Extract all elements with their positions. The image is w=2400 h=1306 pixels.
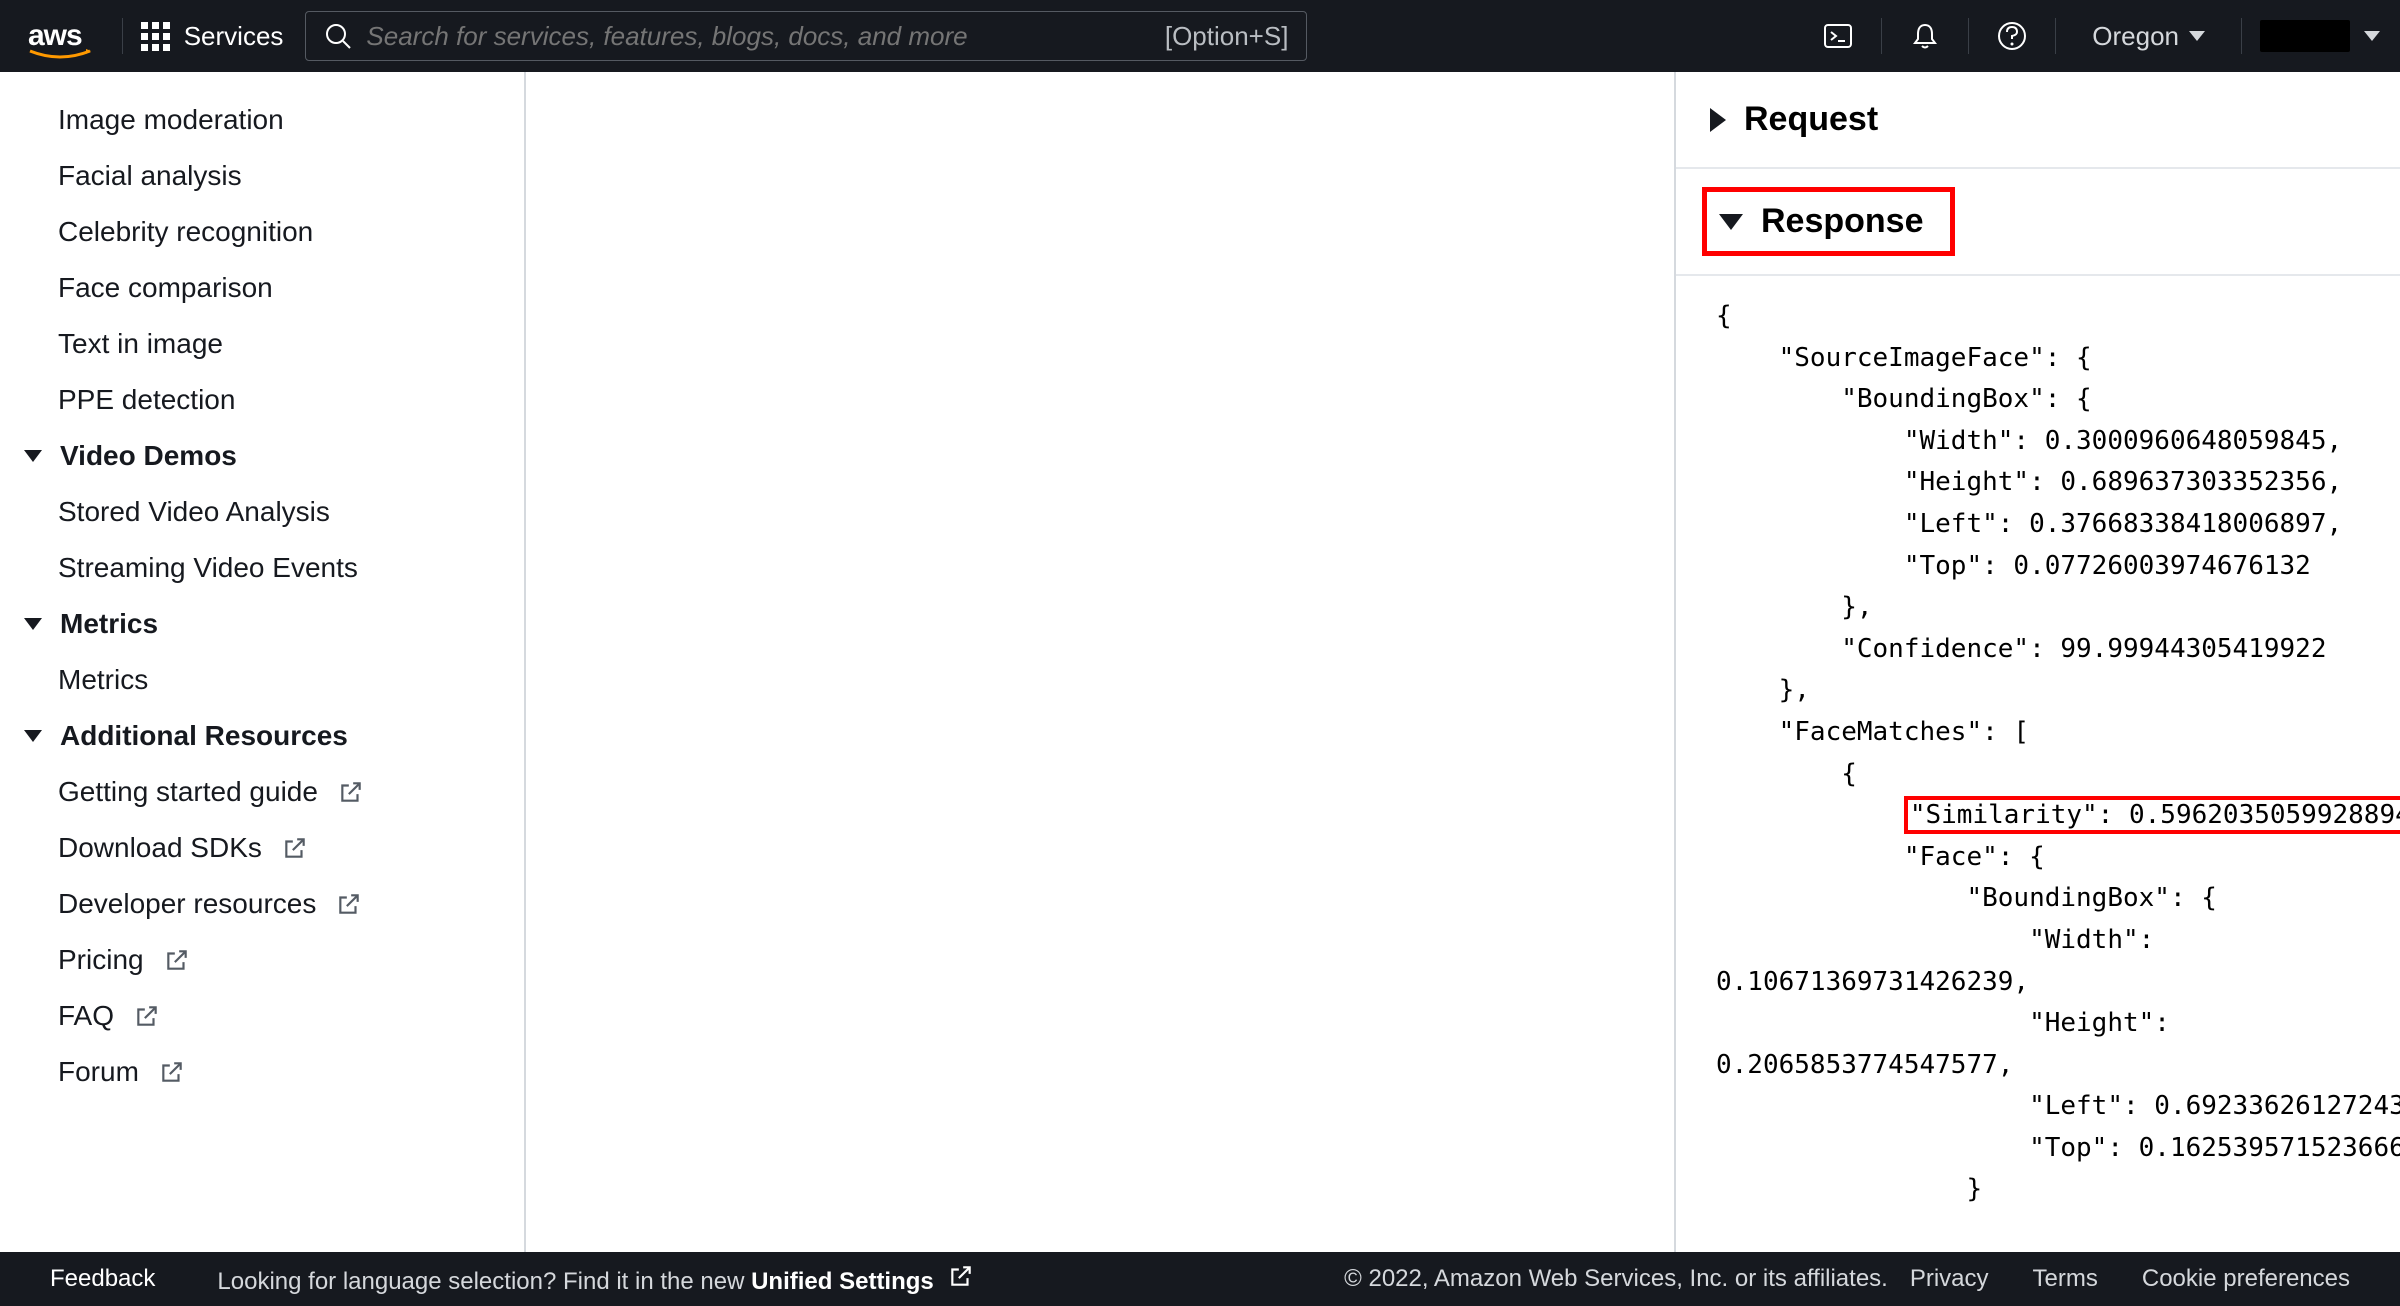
search-icon [324, 22, 352, 50]
aws-logo-text: aws [28, 19, 82, 52]
search-input[interactable] [366, 21, 1146, 52]
chevron-down-icon [1719, 214, 1743, 230]
notifications-icon[interactable] [1908, 19, 1942, 53]
sidebar-header-additional-resources[interactable]: Additional Resources [24, 708, 494, 764]
similarity-highlight: "Similarity": 0.5962035059928894, [1904, 796, 2400, 834]
sidebar-item-label: Download SDKs [58, 832, 262, 864]
top-nav: aws Services [Option+S] Oregon [0, 0, 2400, 72]
sidebar-item[interactable]: Developer resources [24, 876, 494, 932]
nav-divider [1881, 18, 1882, 54]
sidebar-item[interactable]: PPE detection [24, 372, 494, 428]
chevron-down-icon [24, 618, 42, 630]
nav-divider [2055, 18, 2056, 54]
request-heading: Request [1744, 100, 1878, 139]
sidebar-header-label: Video Demos [60, 440, 237, 472]
search-box[interactable]: [Option+S] [305, 11, 1307, 61]
region-selector[interactable]: Oregon [2092, 21, 2205, 52]
sidebar-header-label: Additional Resources [60, 720, 348, 752]
sidebar-item-label: Stored Video Analysis [58, 496, 330, 528]
response-section-toggle[interactable]: Response [1711, 196, 1932, 247]
sidebar-item[interactable]: Metrics [24, 652, 494, 708]
chevron-down-icon [2189, 31, 2205, 41]
sidebar-item-label: Text in image [58, 328, 223, 360]
sidebar-item[interactable]: FAQ [24, 988, 494, 1044]
sidebar-item[interactable]: Stored Video Analysis [24, 484, 494, 540]
external-link-icon [282, 835, 308, 861]
cloudshell-icon[interactable] [1821, 19, 1855, 53]
sidebar-item[interactable]: Facial analysis [24, 148, 494, 204]
sidebar-item[interactable]: Download SDKs [24, 820, 494, 876]
services-label: Services [184, 21, 284, 52]
aws-smile-icon [28, 49, 92, 59]
sidebar: Image moderation Facial analysis Celebrity… [0, 72, 526, 1252]
chevron-down-icon [24, 730, 42, 742]
unified-settings-link[interactable]: Unified Settings [751, 1268, 934, 1295]
footer-link[interactable]: Privacy [1910, 1265, 1989, 1292]
chevron-down-icon [24, 450, 42, 462]
sidebar-item-label: PPE detection [58, 384, 235, 416]
response-heading: Response [1761, 202, 1924, 241]
sidebar-header-metrics[interactable]: Metrics [24, 596, 494, 652]
sidebar-item-label: Face comparison [58, 272, 273, 304]
sidebar-item-label: Pricing [58, 944, 144, 976]
sidebar-item[interactable]: Streaming Video Events [24, 540, 494, 596]
nav-divider [2241, 18, 2242, 54]
help-icon[interactable] [1995, 19, 2029, 53]
request-section-toggle[interactable]: Request [1676, 72, 2400, 167]
nav-divider [122, 18, 123, 54]
sidebar-item-label: Facial analysis [58, 160, 242, 192]
sidebar-item[interactable]: Forum [24, 1044, 494, 1100]
region-label: Oregon [2092, 21, 2179, 52]
services-grid-icon [141, 22, 170, 51]
language-hint: Looking for language selection? Find it … [217, 1263, 974, 1296]
response-json: { "SourceImageFace": { "BoundingBox": { … [1676, 276, 2400, 1211]
footer-link[interactable]: Cookie preferences [2142, 1265, 2350, 1292]
aws-logo[interactable]: aws [28, 19, 82, 53]
sidebar-item-label: Getting started guide [58, 776, 318, 808]
footer: Feedback Looking for language selection?… [0, 1252, 2400, 1306]
inspector-panel: Request Response { "SourceImageFace": { … [1674, 72, 2400, 1252]
sidebar-item-label: Celebrity recognition [58, 216, 313, 248]
sidebar-item[interactable]: Face comparison [24, 260, 494, 316]
external-link-icon [338, 779, 364, 805]
sidebar-item[interactable]: Text in image [24, 316, 494, 372]
sidebar-header-video-demos[interactable]: Video Demos [24, 428, 494, 484]
sidebar-item-label: Forum [58, 1056, 139, 1088]
nav-divider [1968, 18, 1969, 54]
account-name-redacted [2260, 20, 2350, 52]
response-highlight-box: Response [1702, 187, 1955, 256]
sidebar-item-label: Streaming Video Events [58, 552, 358, 584]
main-content [526, 72, 1674, 1252]
sidebar-item-label: Developer resources [58, 888, 316, 920]
sidebar-header-label: Metrics [60, 608, 158, 640]
sidebar-item-label: Image moderation [58, 104, 284, 136]
feedback-link[interactable]: Feedback [50, 1265, 155, 1293]
sidebar-item-label: FAQ [58, 1000, 114, 1032]
sidebar-item[interactable]: Getting started guide [24, 764, 494, 820]
search-shortcut: [Option+S] [1165, 21, 1289, 52]
sidebar-item-label: Metrics [58, 664, 148, 696]
footer-copyright: © 2022, Amazon Web Services, Inc. or its… [1344, 1265, 1888, 1293]
services-button[interactable]: Services [141, 21, 284, 52]
external-link-icon [134, 1003, 160, 1029]
external-link-icon [159, 1059, 185, 1085]
chevron-right-icon [1710, 108, 1726, 132]
account-menu[interactable] [2260, 20, 2380, 52]
language-hint-text: Looking for language selection? Find it … [217, 1268, 751, 1295]
external-link-icon [164, 947, 190, 973]
sidebar-item[interactable]: Pricing [24, 932, 494, 988]
sidebar-item[interactable]: Celebrity recognition [24, 204, 494, 260]
external-link-icon [336, 891, 362, 917]
chevron-down-icon [2364, 31, 2380, 41]
external-link-icon [948, 1263, 974, 1289]
footer-link[interactable]: Terms [2033, 1265, 2098, 1292]
sidebar-item[interactable]: Image moderation [24, 92, 494, 148]
